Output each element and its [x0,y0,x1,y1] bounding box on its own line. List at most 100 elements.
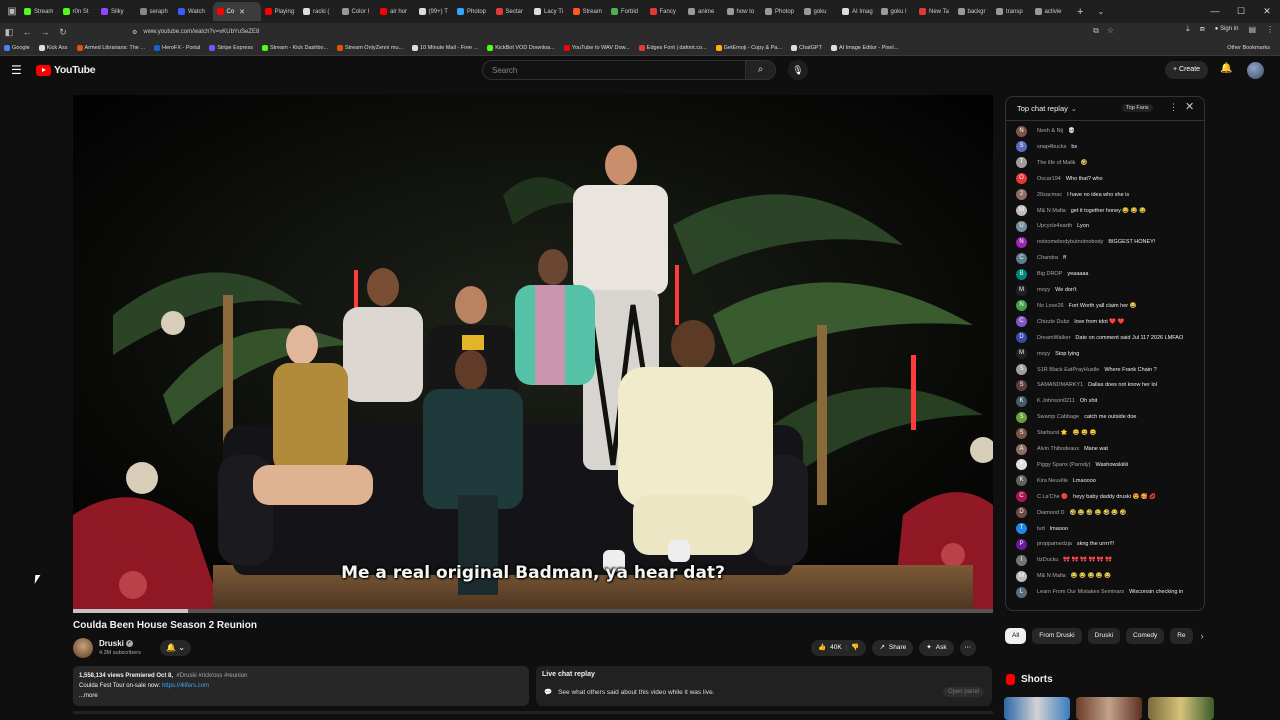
sidebar-toggle-icon[interactable]: ◧ [0,27,18,38]
chat-author-avatar[interactable]: A [1016,443,1027,455]
url-text[interactable]: www.youtube.com/watch?v=vKUbYuSeZE8 [143,29,259,35]
chat-author-name[interactable]: turt [1037,526,1045,532]
channel-name[interactable]: Druski ✓ [99,639,133,648]
voice-search-button[interactable]: 🎙 [788,60,808,80]
chat-message[interactable]: S S1R Black EatPrayHustle Where Frank Chai… [1016,363,1201,377]
bookmark-item[interactable]: Armed Librarians: The ... [76,45,145,51]
chat-message[interactable]: S SAMANDMARKY1 Dallas does not know her lo… [1016,378,1201,392]
channel-avatar[interactable] [73,638,93,658]
close-window-button[interactable]: ✕ [1254,0,1280,23]
chat-author-avatar[interactable]: S [1016,379,1027,391]
bookmark-item[interactable]: 10 Minute Mail - Free ... [412,45,478,51]
site-info-icon[interactable]: ⚙ [132,29,137,36]
chat-author-name[interactable]: Nesh & Nij [1037,128,1063,134]
chevron-down-icon[interactable]: ⌄ [1071,105,1077,113]
chat-author-avatar[interactable]: K [1016,395,1027,407]
more-actions-button[interactable]: ⋯ [959,640,976,656]
search-button[interactable]: ⌕ [746,60,776,80]
profile-signin-button[interactable]: ● Sign in [1215,26,1239,32]
bookmark-item[interactable]: Kick Ass [38,45,68,51]
chat-message[interactable]: 2 20sacmac I have no idea who she is [1016,188,1201,202]
chat-author-avatar[interactable]: C [1016,316,1027,328]
browser-tab[interactable]: seraph [136,2,175,21]
desc-link[interactable]: https://4lifers.com [162,683,209,689]
browser-tab[interactable]: Watch [174,2,213,21]
chat-author-name[interactable]: moyy [1037,287,1050,293]
chat-author-avatar[interactable]: N [1016,300,1027,312]
bookmark-item[interactable]: ChatGPT [791,45,822,51]
chat-author-avatar[interactable]: P [1016,538,1027,550]
browser-tab[interactable]: New Ta [915,2,954,21]
chat-mode-dropdown[interactable]: Top chat replay [1017,104,1068,113]
omnibox[interactable]: ⚙ www.youtube.com/watch?v=vKUbYuSeZE8 ⧉ … [132,26,1122,38]
chat-author-avatar[interactable]: B [1016,268,1027,280]
ask-button[interactable]: ✦ Ask [919,640,954,656]
short-thumbnail[interactable] [1076,697,1142,720]
bookmark-item[interactable]: Stripe Express [209,45,253,51]
chat-message[interactable]: M M& N Mafia get it together honey 😂 😂 😂 [1016,204,1201,218]
chat-author-avatar[interactable]: M [1016,570,1027,582]
bookmark-item[interactable]: KickBot VOD Downloa... [487,45,555,51]
chat-author-avatar[interactable]: M [1016,348,1027,360]
chat-author-name[interactable]: Upcycle4earth [1037,223,1072,229]
tab-search-chevron-icon[interactable]: ⌄ [1097,7,1104,16]
notifications-bell-icon[interactable]: 🔔 [1220,63,1232,74]
chat-message[interactable]: Tturt lmaooo [1016,522,1201,536]
chat-message[interactable]: K K Johnson0211 Oh shit [1016,394,1201,408]
browser-tab[interactable]: Fancy [646,2,685,21]
chat-author-avatar[interactable]: D [1016,507,1027,519]
chat-author-avatar[interactable]: U [1016,220,1027,232]
chat-message[interactable]: A Alvin Thibodeaux Mane wat [1016,442,1201,456]
hashtags[interactable]: #Druski #rickross #reunion [176,673,247,679]
filter-chip[interactable]: Druski [1087,628,1121,644]
chat-message[interactable]: Ssnap4bucks bs [1016,140,1201,154]
chat-message[interactable]: C Chandra ff [1016,251,1201,265]
chat-author-avatar[interactable]: T [1016,523,1027,534]
short-thumbnail[interactable] [1004,697,1070,720]
chat-author-avatar[interactable]: S [1016,427,1027,439]
chat-author-avatar[interactable]: T [1016,157,1027,169]
chat-author-name[interactable]: Oscar194 [1037,176,1061,182]
extension-icon[interactable]: ▤ [1248,25,1256,34]
maximize-button[interactable]: ☐ [1228,0,1254,23]
chat-author-avatar[interactable]: P [1016,459,1027,471]
browser-tab[interactable]: Photop [761,2,800,21]
chat-author-name[interactable]: notsomebodybutnotnobody [1037,239,1103,245]
chat-author-name[interactable]: 20sacmac [1037,192,1062,198]
chat-author-name[interactable]: DreamWalker [1037,335,1070,341]
subscription-bell-button[interactable]: 🔔 ⌄ [160,640,191,656]
new-tab-button[interactable]: + [1077,6,1083,18]
back-button[interactable]: ← [18,27,36,37]
browser-tab[interactable]: Silky [97,2,136,21]
chat-message[interactable]: D Diamond D 🤣 😂 🤣 😂 🤣 😂 🤣 [1016,506,1201,520]
install-app-icon[interactable]: ⧉ [1093,26,1099,36]
browser-tab[interactable]: Playing [261,2,300,21]
chat-author-avatar[interactable]: S [1016,411,1027,423]
browser-tab[interactable]: Color I [338,2,377,21]
bookmark-item[interactable]: AI Image Editor - Pixel... [830,45,898,51]
chat-author-avatar[interactable]: O [1016,173,1027,185]
chat-author-name[interactable]: Kira Neuville [1037,478,1068,484]
like-button[interactable]: 👍 40K | 👎 [811,640,867,656]
chat-author-name[interactable]: M& N Mafia [1037,208,1066,214]
browser-tab[interactable]: racki ( [299,2,338,21]
minimize-button[interactable]: — [1202,0,1228,23]
bookmark-star-icon[interactable]: ☆ [1107,26,1114,36]
chat-author-avatar[interactable]: I [1016,554,1027,566]
chat-message[interactable]: T The life of Malik 🤣 [1016,156,1201,170]
browser-tab[interactable]: anime [684,2,723,21]
chat-author-name[interactable]: Diamond D [1037,510,1065,516]
search-input[interactable]: Search [482,60,746,80]
chat-author-name[interactable]: Piggy Spanx (Parody) [1037,462,1091,468]
filter-chip[interactable]: From Druski [1032,628,1082,644]
chat-author-name[interactable]: Swamp Cabbage [1037,414,1079,420]
chat-author-avatar[interactable]: C [1016,252,1027,264]
chat-message[interactable]: N No Love26 Fort Worth yall claim her 😂 [1016,299,1201,313]
tab-actions-icon[interactable]: ▣ [4,4,20,20]
hamburger-menu-icon[interactable]: ☰ [11,64,25,76]
bookmark-item[interactable]: Stream - Kick Dashbo... [261,45,328,51]
browser-tab[interactable]: how to [723,2,762,21]
create-button[interactable]: + Create [1165,61,1209,79]
chat-author-name[interactable]: proppamedzja [1037,541,1072,547]
chat-message[interactable]: Nnotsomebodybutnotnobody BIGGEST HONEY! [1016,235,1201,249]
